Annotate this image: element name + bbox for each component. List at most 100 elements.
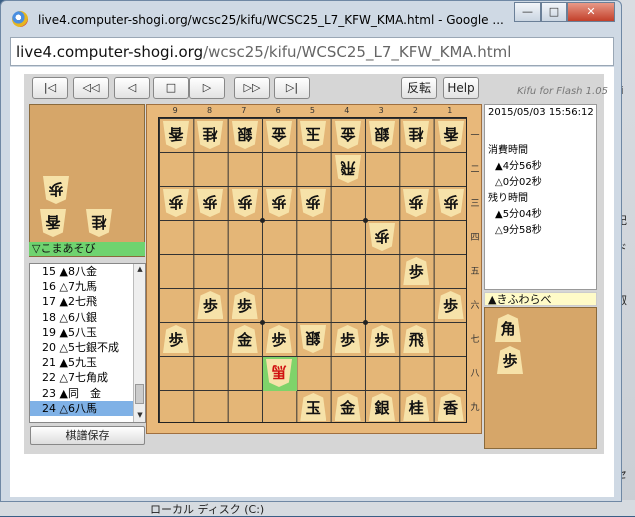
url-text[interactable]: live4.computer-shogi.org/wcsc25/kifu/WCS… (16, 43, 511, 61)
sente-piece[interactable]: 金 (231, 325, 258, 353)
rank-label: 六 (470, 301, 480, 311)
sente-piece[interactable]: 歩 (334, 325, 361, 353)
game-info-panel: 2015/05/03 15:56:12 消費時間 ▲4分56秒 △0分02秒 残… (484, 104, 597, 290)
sente-piece[interactable]: 飛 (403, 325, 430, 353)
file-label: 9 (172, 106, 178, 115)
close-button[interactable]: ✕ (567, 2, 615, 22)
move-list-item[interactable]: 19 ▲5八玉 (30, 325, 145, 340)
play-button[interactable]: ▷ (189, 77, 225, 99)
first-move-button[interactable]: |◁ (32, 77, 68, 99)
gote-piece[interactable]: 金 (335, 121, 361, 149)
rank-label: 八 (470, 369, 480, 379)
help-button[interactable]: Help (443, 77, 479, 99)
sente-piece[interactable]: 歩 (437, 291, 464, 319)
forward-ten-button[interactable]: ▷▷ (234, 77, 270, 99)
gote-piece[interactable]: 銀 (300, 325, 326, 353)
brand-label: Kifu for Flash 1.05 (517, 86, 608, 97)
hand-piece: 角 (495, 314, 521, 342)
sente-piece[interactable]: 香 (437, 393, 464, 421)
move-list-item[interactable]: 17 ▲2七飛 (30, 294, 145, 309)
gote-piece[interactable]: 歩 (300, 189, 326, 217)
move-list[interactable]: 15 ▲8八金 16 △7九馬 17 ▲2七飛 18 △6八銀 19 ▲5八玉 20 △5… (29, 263, 146, 423)
flip-board-button[interactable]: 反転 (401, 77, 437, 99)
hand-piece: 歩 (497, 346, 523, 374)
file-label: 6 (275, 106, 281, 115)
url-host: live4.computer-shogi.org (16, 43, 204, 61)
gote-piece[interactable]: 玉 (300, 121, 326, 149)
remaining-time-label: 残り時間 (488, 193, 528, 204)
file-label: 2 (412, 106, 418, 115)
gote-piece[interactable]: 香 (163, 121, 189, 149)
sente-piece[interactable]: 歩 (197, 291, 224, 319)
taskbar-item[interactable]: ローカル ディスク (C:) (150, 501, 264, 517)
gote-piece[interactable]: 銀 (369, 121, 395, 149)
sente-piece[interactable]: 玉 (300, 393, 327, 421)
rank-label: 七 (470, 335, 480, 345)
file-label: 3 (378, 106, 384, 115)
gote-piece[interactable]: 歩 (266, 189, 292, 217)
minimize-button[interactable]: — (514, 2, 541, 22)
remaining-time-sente: ▲5分04秒 (495, 209, 542, 220)
explorer-bar: ローカル ディスク (C:) (0, 500, 635, 516)
sente-piece[interactable]: 歩 (163, 325, 189, 353)
sente-piece[interactable]: 歩 (231, 291, 258, 319)
gote-piece[interactable]: 香 (438, 121, 464, 149)
board-star-point (259, 218, 265, 223)
move-list-item[interactable]: 21 ▲5九玉 (30, 355, 145, 370)
gote-piece[interactable]: 歩 (197, 189, 223, 217)
maximize-button[interactable]: □ (541, 2, 567, 22)
scroll-thumb[interactable] (135, 384, 144, 404)
sente-piece[interactable]: 歩 (368, 325, 395, 353)
board-star-point (362, 320, 368, 325)
sente-piece[interactable]: 桂 (403, 393, 430, 421)
file-label: 8 (206, 106, 213, 115)
gote-piece[interactable]: 桂 (197, 121, 223, 149)
address-bar[interactable]: live4.computer-shogi.org/wcsc25/kifu/WCS… (10, 37, 614, 66)
move-list-item[interactable]: 22 △7七角成 (30, 370, 145, 385)
title-bar: live4.computer-shogi.org/wcsc25/kifu/WCS… (1, 1, 621, 35)
move-list-item[interactable]: 20 △5七銀不成 (30, 340, 145, 355)
move-list-item[interactable]: 16 △7九馬 (30, 279, 145, 294)
rank-label: 四 (470, 233, 480, 243)
sente-player-name: ▲きふわらべ (484, 292, 597, 306)
sente-piece[interactable]: 銀 (368, 393, 395, 421)
rank-label: 一 (470, 131, 480, 141)
gote-piece[interactable]: 歩 (369, 223, 395, 251)
gote-piece[interactable]: 桂 (403, 121, 429, 149)
gote-piece[interactable]: 歩 (438, 189, 464, 217)
shogi-board: 987654321 一二三四五六七八九 香桂銀金玉金銀桂香飛歩歩歩歩歩歩歩歩歩歩… (146, 104, 482, 434)
board-star-point (362, 218, 368, 223)
gote-piece[interactable]: 馬 (266, 359, 292, 387)
url-path: /wcsc25/kifu/WCSC25_L7_KFW_KMA.html (203, 43, 512, 61)
sente-piece[interactable]: 金 (334, 393, 361, 421)
used-time-label: 消費時間 (488, 145, 528, 156)
gote-piece[interactable]: 金 (266, 121, 292, 149)
file-label: 7 (241, 106, 247, 115)
scroll-up-icon[interactable]: ▲ (135, 264, 145, 275)
back-button[interactable]: ◁ (114, 77, 150, 99)
gote-piece[interactable]: 飛 (335, 155, 361, 183)
last-move-button[interactable]: ▷| (274, 77, 310, 99)
back-ten-button[interactable]: ◁◁ (73, 77, 109, 99)
move-list-scrollbar[interactable]: ▲ ▼ (133, 264, 145, 422)
move-list-item[interactable]: 24 △6八馬 (30, 400, 145, 416)
gote-piece[interactable]: 歩 (163, 189, 189, 217)
gote-piece[interactable]: 銀 (232, 121, 258, 149)
sente-piece[interactable]: 歩 (403, 257, 430, 285)
save-kifu-button[interactable]: 棋譜保存 (30, 426, 145, 445)
file-label: 5 (309, 106, 316, 115)
hand-piece: 桂 (86, 209, 112, 237)
move-list-item[interactable]: 23 ▲同 金 (30, 386, 145, 401)
stop-button[interactable]: □ (153, 77, 189, 99)
gote-piece[interactable]: 歩 (232, 189, 258, 217)
move-list-item[interactable]: 18 △6八銀 (30, 310, 145, 325)
remaining-time-gote: △9分58秒 (495, 225, 542, 236)
scroll-down-icon[interactable]: ▼ (135, 410, 145, 421)
game-date: 2015/05/03 15:56:12 (488, 107, 594, 118)
board-grid[interactable]: 香桂銀金玉金銀桂香飛歩歩歩歩歩歩歩歩歩歩歩歩歩金歩銀歩歩飛馬玉金銀桂香 (158, 117, 467, 423)
move-list-item[interactable]: 15 ▲8八金 (30, 264, 145, 279)
chrome-icon (12, 11, 28, 27)
sente-piece[interactable]: 歩 (265, 325, 292, 353)
gote-piece[interactable]: 歩 (403, 189, 429, 217)
file-label: 1 (447, 106, 453, 115)
